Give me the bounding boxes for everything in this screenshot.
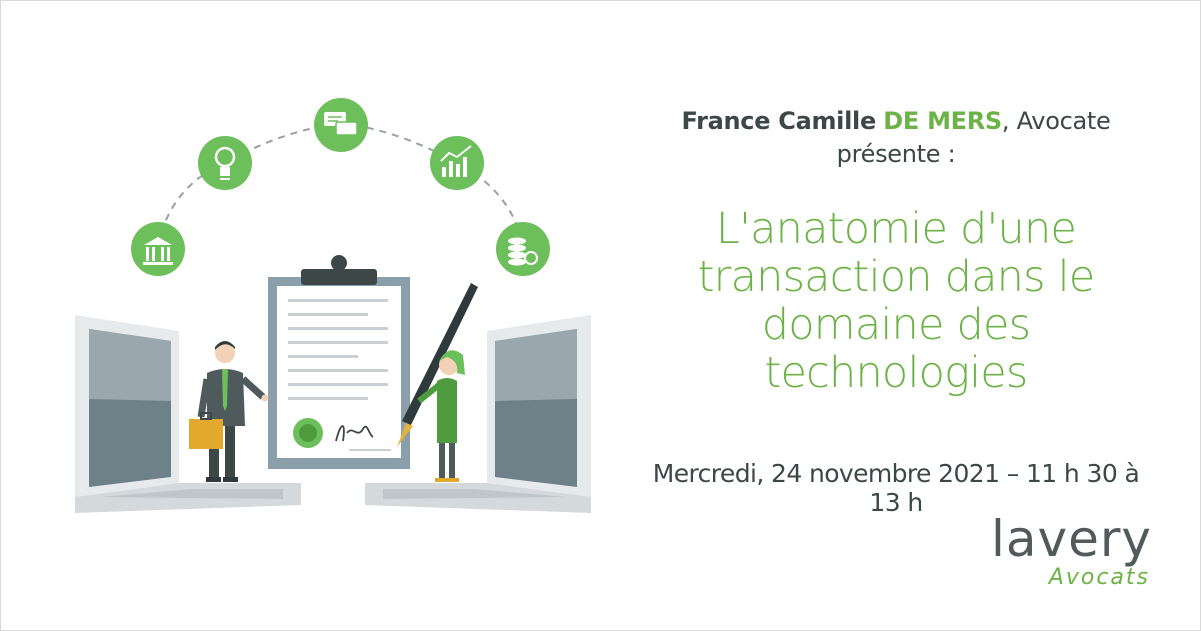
presenter-verb: présente : [836,140,956,168]
briefcase-icon [189,419,223,449]
presenter-last-name: DE MERS [883,107,1002,135]
presenter-block: France Camille DE MERS, Avocate présente… [641,105,1151,171]
clipboard-document [268,255,410,469]
chat-icon [314,98,368,152]
presenter-first-name: France Camille [681,107,877,135]
title-line: technologies [764,348,1028,398]
coins-icon [496,222,550,276]
title-line: domaine des [761,300,1031,350]
contract-illustration [75,98,591,513]
event-title: L'anatomie d'une transaction dans le dom… [641,205,1151,397]
title-line: L'anatomie d'une [715,204,1077,254]
event-date: Mercredi, 24 novembre 2021 – 11 h 30 à 1… [652,459,1140,517]
logo-wordmark: lavery [990,510,1152,568]
businesswoman-figure [417,350,465,482]
bank-icon [131,222,185,276]
bar-chart-icon [430,136,484,190]
logo-subline: Avocats [1048,565,1150,590]
banner-frame: France Camille DE MERS, Avocate présente… [0,0,1201,631]
businessman-figure [189,341,269,482]
lightbulb-icon [198,136,252,190]
left-laptop [75,315,301,513]
lavery-logo: lavery Avocats [979,511,1154,597]
title-line: transaction dans le [697,252,1096,302]
presenter-role: , Avocate [1001,107,1111,135]
